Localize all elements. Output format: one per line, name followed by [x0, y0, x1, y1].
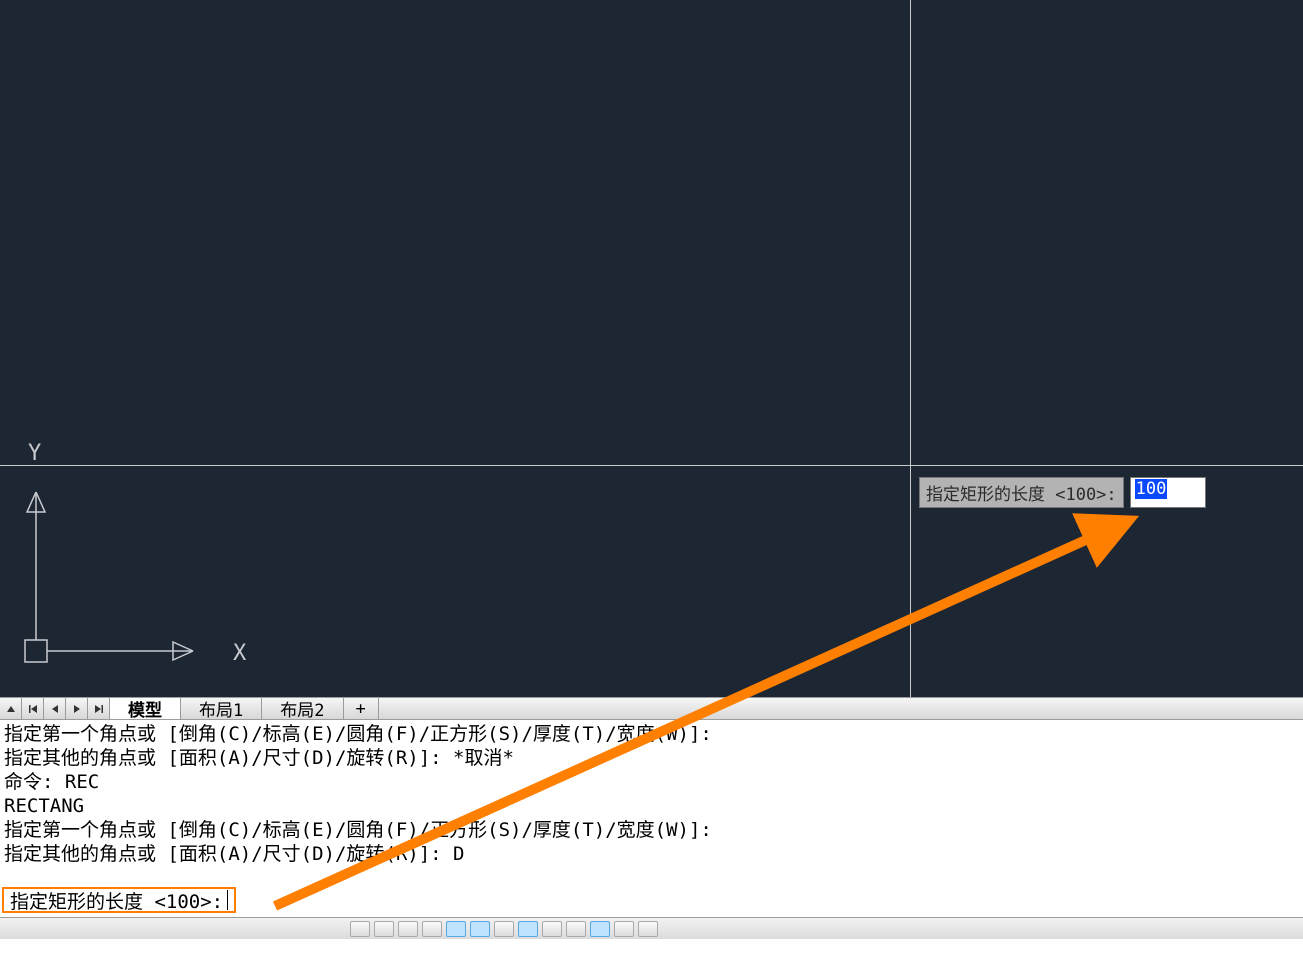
status-btn-13[interactable]	[638, 921, 658, 937]
tab-add-button[interactable]: +	[344, 698, 379, 719]
cmd-line: RECTANG	[4, 794, 1299, 818]
cmd-line: 指定其他的角点或 [面积(A)/尺寸(D)/旋转(R)]: *取消*	[4, 746, 1299, 770]
dynamic-input-value[interactable]: 100	[1130, 477, 1206, 508]
tab-scroll-up-button[interactable]	[0, 698, 22, 719]
dynamic-input[interactable]: 指定矩形的长度 <100>: 100	[919, 477, 1206, 508]
status-btn-4[interactable]	[422, 921, 442, 937]
tab-prev-button[interactable]	[44, 698, 66, 719]
tabbar-spacer	[379, 698, 1303, 719]
command-prompt[interactable]: 指定矩形的长度 <100>:	[2, 887, 236, 913]
ucs-y-label: Y	[28, 441, 41, 466]
crosshair-vertical	[910, 0, 911, 697]
tab-layout2-label: 布局2	[280, 696, 324, 721]
tab-model[interactable]: 模型	[110, 698, 181, 719]
status-btn-8[interactable]	[518, 921, 538, 937]
cmd-line: 指定第一个角点或 [倒角(C)/标高(E)/圆角(F)/正方形(S)/厚度(T)…	[4, 818, 1299, 842]
status-btn-7[interactable]	[494, 921, 514, 937]
tab-next-button[interactable]	[66, 698, 88, 719]
dynamic-input-prompt: 指定矩形的长度 <100>:	[919, 477, 1124, 508]
tab-last-button[interactable]	[88, 698, 110, 719]
tab-add-label: +	[356, 699, 366, 719]
tab-layout1-label: 布局1	[199, 696, 243, 721]
status-bar	[0, 917, 1303, 939]
drawing-viewport[interactable]: X Y 指定矩形的长度 <100>: 100	[0, 0, 1303, 697]
status-btn-1[interactable]	[350, 921, 370, 937]
tab-layout2[interactable]: 布局2	[262, 698, 343, 719]
status-btn-3[interactable]	[398, 921, 418, 937]
layout-tabbar: 模型 布局1 布局2 +	[0, 697, 1303, 719]
command-prompt-wrap: 指定矩形的长度 <100>:	[0, 885, 1303, 917]
status-btn-10[interactable]	[566, 921, 586, 937]
status-btn-2[interactable]	[374, 921, 394, 937]
command-history[interactable]: 指定第一个角点或 [倒角(C)/标高(E)/圆角(F)/正方形(S)/厚度(T)…	[0, 719, 1303, 885]
ucs-x-label: X	[233, 641, 247, 666]
ucs-icon: X Y	[23, 440, 253, 680]
tab-layout1[interactable]: 布局1	[181, 698, 262, 719]
command-prompt-text: 指定矩形的长度 <100>:	[10, 887, 223, 914]
status-btn-11[interactable]	[590, 921, 610, 937]
cmd-line: 指定其他的角点或 [面积(A)/尺寸(D)/旋转(R)]: D	[4, 842, 1299, 866]
cmd-line: 命令: REC	[4, 770, 1299, 794]
status-btn-9[interactable]	[542, 921, 562, 937]
cmd-line: 指定第一个角点或 [倒角(C)/标高(E)/圆角(F)/正方形(S)/厚度(T)…	[4, 722, 1299, 746]
status-btn-6[interactable]	[470, 921, 490, 937]
tab-first-button[interactable]	[22, 698, 44, 719]
tab-model-label: 模型	[128, 696, 162, 721]
status-btn-5[interactable]	[446, 921, 466, 937]
status-btn-12[interactable]	[614, 921, 634, 937]
text-cursor	[227, 890, 228, 910]
